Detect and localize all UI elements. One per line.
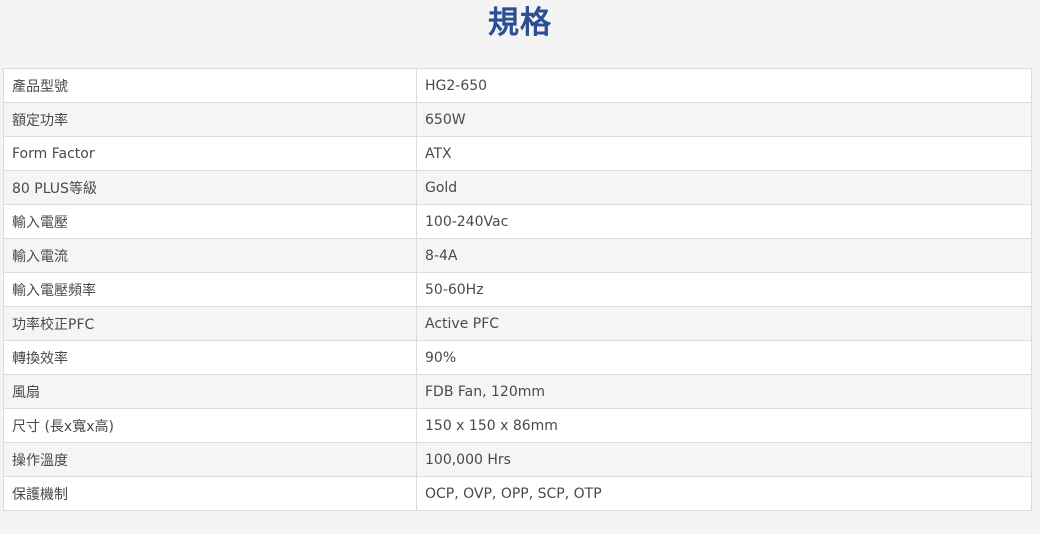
spec-value: ATX	[416, 136, 1032, 171]
spec-value: Active PFC	[416, 306, 1032, 341]
spec-label: 操作溫度	[3, 442, 417, 477]
spec-value: OCP, OVP, OPP, SCP, OTP	[416, 476, 1032, 511]
spec-label: 風扇	[3, 374, 417, 409]
spec-table: 產品型號 HG2-650 額定功率 650W Form Factor ATX 8…	[3, 68, 1032, 511]
table-row: 產品型號 HG2-650	[3, 68, 1032, 103]
spec-value: 50-60Hz	[416, 272, 1032, 307]
table-row: 操作溫度 100,000 Hrs	[3, 442, 1032, 477]
spec-value: 150 x 150 x 86mm	[416, 408, 1032, 443]
spec-label: 額定功率	[3, 102, 417, 137]
table-row: 保護機制 OCP, OVP, OPP, SCP, OTP	[3, 476, 1032, 511]
spec-value: FDB Fan, 120mm	[416, 374, 1032, 409]
spec-value: 8-4A	[416, 238, 1032, 273]
table-row: Form Factor ATX	[3, 136, 1032, 171]
spec-value: 90%	[416, 340, 1032, 375]
table-row: 功率校正PFC Active PFC	[3, 306, 1032, 341]
page-title: 規格	[488, 5, 552, 41]
spec-value: 650W	[416, 102, 1032, 137]
table-row: 額定功率 650W	[3, 102, 1032, 137]
spec-value: Gold	[416, 170, 1032, 205]
spec-label: 轉換效率	[3, 340, 417, 375]
spec-label: 產品型號	[3, 68, 417, 103]
table-row: 輸入電壓頻率 50-60Hz	[3, 272, 1032, 307]
spec-value: 100,000 Hrs	[416, 442, 1032, 477]
table-row: 輸入電流 8-4A	[3, 238, 1032, 273]
spec-label: 輸入電壓頻率	[3, 272, 417, 307]
spec-value: HG2-650	[416, 68, 1032, 103]
table-row: 轉換效率 90%	[3, 340, 1032, 375]
spec-label: 功率校正PFC	[3, 306, 417, 341]
spec-label: 尺寸 (長x寬x高)	[3, 408, 417, 443]
table-row: 80 PLUS等級 Gold	[3, 170, 1032, 205]
table-row: 輸入電壓 100-240Vac	[3, 204, 1032, 239]
table-row: 風扇 FDB Fan, 120mm	[3, 374, 1032, 409]
spec-label: Form Factor	[3, 136, 417, 171]
table-row: 尺寸 (長x寬x高) 150 x 150 x 86mm	[3, 408, 1032, 443]
spec-label: 輸入電壓	[3, 204, 417, 239]
spec-label: 保護機制	[3, 476, 417, 511]
spec-value: 100-240Vac	[416, 204, 1032, 239]
spec-label: 80 PLUS等級	[3, 170, 417, 205]
spec-label: 輸入電流	[3, 238, 417, 273]
